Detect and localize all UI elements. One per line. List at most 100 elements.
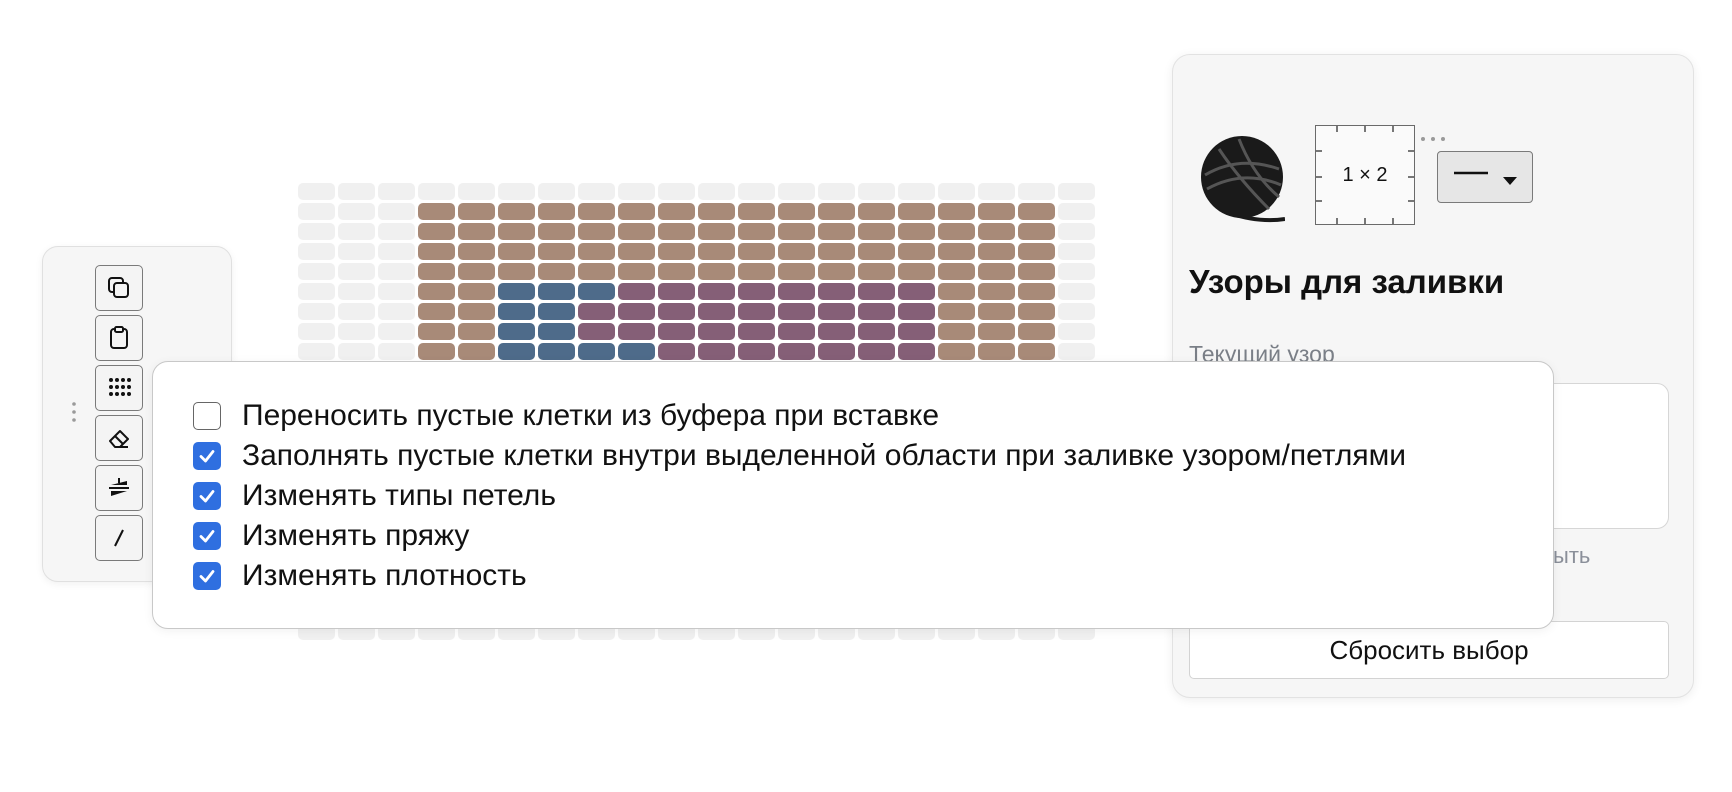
stitch-cell[interactable]: [738, 343, 775, 360]
stitch-cell[interactable]: [1018, 203, 1055, 220]
stitch-cell[interactable]: [418, 343, 455, 360]
empty-stitch-cell[interactable]: [298, 303, 335, 320]
stitch-cell[interactable]: [858, 243, 895, 260]
stitch-cell[interactable]: [898, 223, 935, 240]
stitch-cell[interactable]: [618, 203, 655, 220]
empty-stitch-cell[interactable]: [338, 203, 375, 220]
stitch-cell[interactable]: [618, 243, 655, 260]
empty-stitch-cell[interactable]: [1058, 263, 1095, 280]
option-checkbox[interactable]: [193, 522, 221, 550]
empty-stitch-cell[interactable]: [1058, 203, 1095, 220]
empty-stitch-cell[interactable]: [458, 183, 495, 200]
yarn-ball-icon[interactable]: [1199, 135, 1285, 227]
stitch-cell[interactable]: [538, 243, 575, 260]
empty-stitch-cell[interactable]: [898, 183, 935, 200]
stitch-cell[interactable]: [898, 283, 935, 300]
stitch-cell[interactable]: [738, 263, 775, 280]
empty-stitch-cell[interactable]: [1058, 303, 1095, 320]
stitch-cell[interactable]: [498, 283, 535, 300]
reset-selection-button[interactable]: Сбросить выбор: [1189, 621, 1669, 679]
empty-stitch-cell[interactable]: [298, 223, 335, 240]
stitch-cell[interactable]: [818, 303, 855, 320]
stitch-cell[interactable]: [578, 303, 615, 320]
stitch-cell[interactable]: [538, 203, 575, 220]
stitch-cell[interactable]: [858, 303, 895, 320]
stitch-cell[interactable]: [778, 223, 815, 240]
gauge-button[interactable]: 1 × 2: [1315, 125, 1415, 225]
stitch-cell[interactable]: [618, 343, 655, 360]
stitch-cell[interactable]: [818, 243, 855, 260]
stitch-cell[interactable]: [578, 343, 615, 360]
empty-stitch-cell[interactable]: [298, 263, 335, 280]
stitch-cell[interactable]: [698, 263, 735, 280]
stitch-cell[interactable]: [978, 283, 1015, 300]
stitch-cell[interactable]: [738, 223, 775, 240]
empty-stitch-cell[interactable]: [378, 223, 415, 240]
stitch-cell[interactable]: [818, 203, 855, 220]
empty-stitch-cell[interactable]: [378, 183, 415, 200]
stitch-cell[interactable]: [658, 203, 695, 220]
empty-stitch-cell[interactable]: [298, 343, 335, 360]
stitch-cell[interactable]: [938, 343, 975, 360]
stitch-cell[interactable]: [698, 323, 735, 340]
stitch-cell[interactable]: [978, 223, 1015, 240]
stitch-cell[interactable]: [698, 203, 735, 220]
stitch-cell[interactable]: [578, 223, 615, 240]
empty-stitch-cell[interactable]: [938, 183, 975, 200]
stitch-cell[interactable]: [778, 283, 815, 300]
option-row[interactable]: Переносить пустые клетки из буфера при в…: [193, 398, 939, 434]
stitch-cell[interactable]: [658, 303, 695, 320]
stitch-cell[interactable]: [658, 323, 695, 340]
stitch-cell[interactable]: [498, 323, 535, 340]
stitch-cell[interactable]: [418, 223, 455, 240]
empty-stitch-cell[interactable]: [498, 183, 535, 200]
empty-stitch-cell[interactable]: [378, 343, 415, 360]
stitch-cell[interactable]: [898, 263, 935, 280]
stitch-cell[interactable]: [698, 243, 735, 260]
stitch-cell[interactable]: [418, 303, 455, 320]
empty-stitch-cell[interactable]: [978, 183, 1015, 200]
pattern-fill-button[interactable]: [95, 365, 143, 411]
stitch-cell[interactable]: [938, 303, 975, 320]
stitch-cell[interactable]: [778, 323, 815, 340]
stitch-cell[interactable]: [658, 343, 695, 360]
option-checkbox[interactable]: [193, 402, 221, 430]
stitch-cell[interactable]: [858, 203, 895, 220]
empty-stitch-cell[interactable]: [858, 183, 895, 200]
stitch-cell[interactable]: [618, 283, 655, 300]
stitch-cell[interactable]: [418, 203, 455, 220]
stitch-cell[interactable]: [698, 343, 735, 360]
stitch-cell[interactable]: [858, 323, 895, 340]
stitch-cell[interactable]: [498, 223, 535, 240]
stitch-cell[interactable]: [578, 243, 615, 260]
stitch-cell[interactable]: [938, 243, 975, 260]
empty-stitch-cell[interactable]: [1058, 283, 1095, 300]
stitch-cell[interactable]: [1018, 223, 1055, 240]
stitch-cell[interactable]: [938, 283, 975, 300]
stitch-cell[interactable]: [618, 263, 655, 280]
stitch-cell[interactable]: [658, 263, 695, 280]
option-row[interactable]: Изменять плотность: [193, 558, 527, 594]
empty-stitch-cell[interactable]: [1058, 343, 1095, 360]
paste-button[interactable]: [95, 315, 143, 361]
stitch-cell[interactable]: [418, 263, 455, 280]
stitch-cell[interactable]: [978, 343, 1015, 360]
empty-stitch-cell[interactable]: [418, 183, 455, 200]
stitch-cell[interactable]: [698, 283, 735, 300]
empty-stitch-cell[interactable]: [1058, 223, 1095, 240]
stitch-cell[interactable]: [658, 243, 695, 260]
stitch-cell[interactable]: [578, 203, 615, 220]
stitch-cell[interactable]: [698, 223, 735, 240]
empty-stitch-cell[interactable]: [378, 283, 415, 300]
stitch-cell[interactable]: [458, 223, 495, 240]
stitch-cell[interactable]: [1018, 243, 1055, 260]
empty-stitch-cell[interactable]: [298, 283, 335, 300]
stitch-cell[interactable]: [458, 303, 495, 320]
line-style-select[interactable]: [1437, 151, 1533, 203]
empty-stitch-cell[interactable]: [338, 243, 375, 260]
stitch-cell[interactable]: [538, 303, 575, 320]
stitch-cell[interactable]: [858, 223, 895, 240]
stitch-cell[interactable]: [858, 263, 895, 280]
stitch-cell[interactable]: [778, 343, 815, 360]
stitch-cell[interactable]: [458, 323, 495, 340]
